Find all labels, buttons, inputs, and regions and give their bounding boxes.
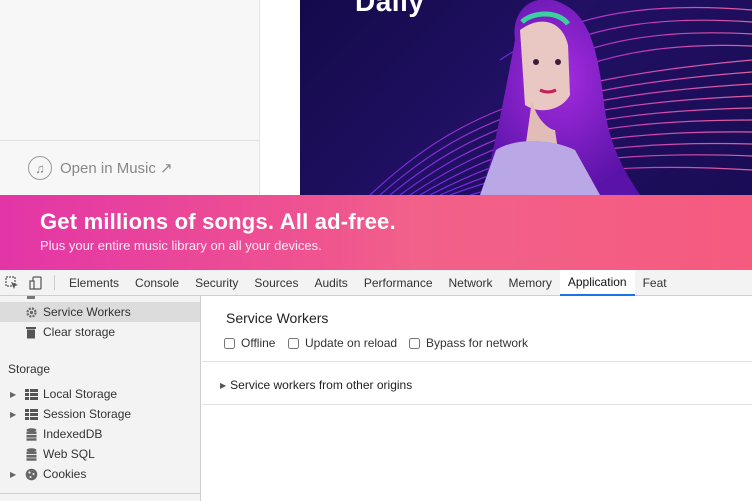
manifest-icon: [23, 296, 39, 301]
update-on-reload-option[interactable]: Update on reload: [288, 336, 397, 350]
bypass-for-network-checkbox[interactable]: [409, 337, 420, 349]
storage-section-heading: Storage: [8, 362, 51, 376]
other-origins-toggle[interactable]: ▶ Service workers from other origins: [220, 378, 412, 392]
offline-checkbox[interactable]: [224, 337, 235, 349]
tab-console[interactable]: Console: [127, 270, 187, 295]
playlist-artwork[interactable]: Daily: [300, 0, 752, 195]
banner-subtitle: Plus your entire music library on all yo…: [40, 238, 322, 253]
sidebar-item-web-sql[interactable]: Web SQL: [0, 444, 200, 464]
tab-audits[interactable]: Audits: [306, 270, 355, 295]
bypass-for-network-option[interactable]: Bypass for network: [409, 336, 528, 350]
device-toolbar-icon[interactable]: [24, 270, 48, 295]
cookie-icon: [23, 467, 39, 481]
tab-performance[interactable]: Performance: [356, 270, 441, 295]
sidebar-item-indexeddb[interactable]: IndexedDB: [0, 424, 200, 444]
inspect-element-icon[interactable]: [0, 270, 24, 295]
trash-icon: [23, 325, 39, 339]
artwork-title: Daily: [355, 0, 425, 17]
option-label: Update on reload: [305, 336, 398, 350]
divider: [202, 361, 752, 362]
toolbar-divider: [54, 275, 55, 290]
service-workers-panel: Service Workers Offline Update on reload…: [202, 296, 752, 501]
option-label: Bypass for network: [426, 336, 529, 350]
web-left-panel: ♫ Open in Music ↗: [0, 0, 260, 195]
tab-network[interactable]: Network: [441, 270, 501, 295]
offline-option[interactable]: Offline: [224, 336, 275, 350]
database-icon: [23, 427, 39, 441]
sidebar-label: Session Storage: [43, 407, 132, 421]
grid-icon: [23, 387, 39, 401]
expand-arrow-icon[interactable]: ▶: [10, 410, 20, 419]
tab-application[interactable]: Application: [559, 270, 635, 296]
music-note-icon: ♫: [28, 156, 52, 180]
sidebar-label: Local Storage: [43, 387, 118, 401]
other-origins-label: Service workers from other origins: [230, 378, 413, 392]
sidebar-item-clear-storage[interactable]: Clear storage: [0, 322, 200, 342]
divider: [202, 404, 752, 405]
divider: [0, 140, 259, 141]
open-in-music-label: Open in Music ↗: [60, 160, 173, 177]
tab-sources[interactable]: Sources: [246, 270, 306, 295]
tab-features[interactable]: Feat: [635, 270, 675, 295]
option-label: Offline: [241, 336, 276, 350]
sidebar-label: Cookies: [43, 467, 87, 481]
update-on-reload-checkbox[interactable]: [288, 337, 299, 349]
sidebar-item-service-workers[interactable]: Service Workers: [0, 302, 200, 322]
sidebar-item-session-storage[interactable]: ▶ Session Storage: [0, 404, 200, 424]
web-gap: [260, 0, 300, 195]
grid-icon: [23, 407, 39, 421]
expand-arrow-icon[interactable]: ▶: [10, 470, 20, 479]
panel-title: Service Workers: [226, 310, 329, 326]
sidebar-label: IndexedDB: [43, 427, 103, 441]
gear-icon: [23, 305, 39, 319]
database-icon: [23, 447, 39, 461]
devtools-toolbar: Elements Console Security Sources Audits…: [0, 270, 752, 296]
sidebar-item-local-storage[interactable]: ▶ Local Storage: [0, 384, 200, 404]
application-sidebar: Service Workers Clear storage Storage ▶ …: [0, 296, 201, 501]
sidebar-item-cookies[interactable]: ▶ Cookies: [0, 464, 200, 484]
disclosure-triangle-icon: ▶: [220, 380, 227, 390]
tab-elements[interactable]: Elements: [61, 270, 127, 295]
tab-memory[interactable]: Memory: [501, 270, 560, 295]
divider: [0, 493, 200, 494]
sidebar-label: Clear storage: [43, 325, 116, 339]
promo-banner[interactable]: Get millions of songs. All ad-free. Plus…: [0, 195, 752, 270]
sidebar-label: Service Workers: [43, 305, 131, 319]
artwork-image: [369, 0, 752, 195]
expand-arrow-icon[interactable]: ▶: [10, 390, 20, 399]
sidebar-label: Web SQL: [43, 447, 95, 461]
open-in-music-link[interactable]: ♫ Open in Music ↗: [28, 156, 173, 180]
banner-title: Get millions of songs. All ad-free.: [40, 209, 396, 234]
tab-security[interactable]: Security: [187, 270, 246, 295]
